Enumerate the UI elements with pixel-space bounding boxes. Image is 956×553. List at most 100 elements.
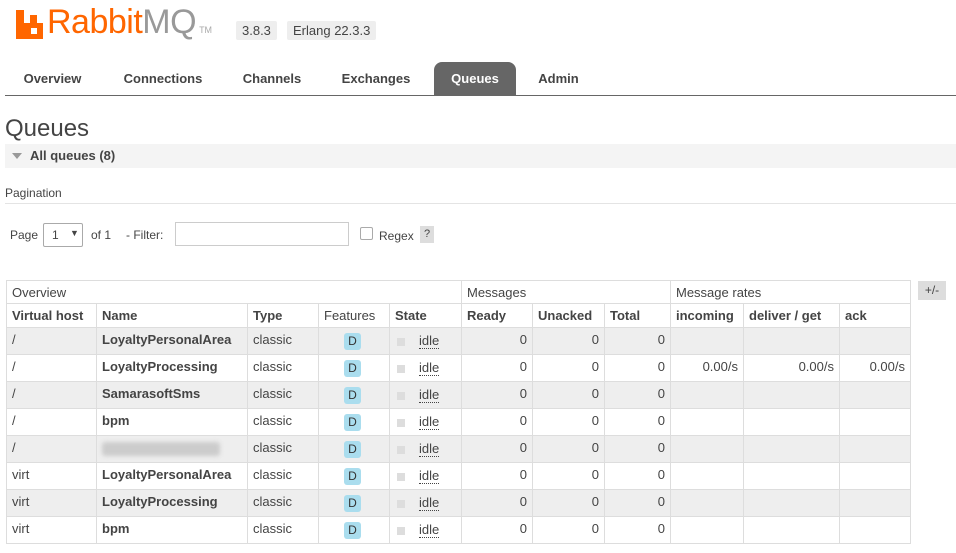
rabbit-icon	[16, 10, 43, 39]
durable-badge: D	[344, 522, 361, 539]
state-cell: idle	[389, 408, 462, 436]
header: RabbitMQ TM 3.8.3 Erlang 22.3.3	[0, 0, 956, 50]
state-indicator-icon	[397, 526, 405, 535]
col-state[interactable]: State	[389, 303, 462, 328]
state-label: idle	[419, 441, 440, 457]
type-cell: classic	[247, 381, 319, 409]
incoming-rate-cell	[670, 516, 744, 544]
ack-rate-cell	[839, 435, 911, 463]
help-button[interactable]: ?	[420, 226, 434, 243]
tab-connections[interactable]: Connections	[110, 62, 216, 95]
page-title: Queues	[5, 115, 90, 142]
tab-queues[interactable]: Queues	[434, 62, 516, 95]
unacked-cell: 0	[532, 408, 605, 436]
deliver-rate-cell: 0.00/s	[743, 354, 840, 382]
group-overview: Overview	[6, 280, 462, 304]
type-cell: classic	[247, 489, 319, 517]
tab-admin[interactable]: Admin	[527, 62, 590, 95]
col-type[interactable]: Type	[247, 303, 319, 328]
queue-name-link[interactable]: bpm	[96, 408, 248, 436]
all-queues-section-toggle[interactable]: All queues (8)	[5, 144, 956, 168]
state-label: idle	[419, 495, 440, 511]
ready-cell: 0	[461, 435, 533, 463]
ack-rate-cell	[839, 408, 911, 436]
state-label: idle	[419, 333, 440, 349]
ready-cell: 0	[461, 327, 533, 355]
filter-label: - Filter:	[126, 228, 164, 242]
col-ready[interactable]: Ready	[461, 303, 533, 328]
features-cell: D	[318, 327, 390, 355]
table-row: / SamarasoftSms classic Didle 0 0 0	[6, 381, 911, 409]
col-ack[interactable]: ack	[839, 303, 911, 328]
features-cell: D	[318, 354, 390, 382]
section-title: All queues (8)	[30, 148, 116, 163]
features-cell: D	[318, 435, 390, 463]
state-cell: idle	[389, 381, 462, 409]
col-name[interactable]: Name	[96, 303, 248, 328]
toggle-columns-button[interactable]: +/-	[918, 281, 946, 300]
divider	[5, 203, 956, 204]
total-cell: 0	[604, 489, 671, 517]
col-unacked[interactable]: Unacked	[532, 303, 605, 328]
ready-cell: 0	[461, 516, 533, 544]
page-select-value: 1	[52, 228, 59, 242]
state-label: idle	[419, 522, 440, 538]
total-cell: 0	[604, 435, 671, 463]
queue-name-link[interactable]: LoyaltyProcessing	[96, 489, 248, 517]
ack-rate-cell	[839, 327, 911, 355]
ack-rate-cell	[839, 381, 911, 409]
queue-name-link[interactable]: bpm	[96, 516, 248, 544]
page-select[interactable]: 1 ▼	[43, 223, 83, 247]
rabbitmq-logo[interactable]: RabbitMQ TM	[16, 5, 212, 39]
queue-name-link[interactable]: SamarasoftSms	[96, 381, 248, 409]
incoming-rate-cell	[670, 435, 744, 463]
regex-checkbox[interactable]	[360, 227, 373, 240]
group-message-rates: Message rates	[670, 280, 911, 304]
table-row: virt LoyaltyProcessing classic Didle 0 0 0	[6, 489, 911, 517]
deliver-rate-cell	[743, 462, 840, 490]
incoming-rate-cell	[670, 462, 744, 490]
durable-badge: D	[344, 441, 361, 458]
total-cell: 0	[604, 408, 671, 436]
unacked-cell: 0	[532, 462, 605, 490]
col-deliver-get[interactable]: deliver / get	[743, 303, 840, 328]
vhost-cell: /	[6, 354, 97, 382]
table-row: virt LoyaltyPersonalArea classic Didle 0 0 0	[6, 462, 911, 490]
queue-name-link[interactable]: LoyaltyProcessing	[96, 354, 248, 382]
erlang-version-badge: Erlang 22.3.3	[287, 21, 377, 40]
total-cell: 0	[604, 327, 671, 355]
group-messages: Messages	[461, 280, 671, 304]
deliver-rate-cell	[743, 489, 840, 517]
vhost-cell: /	[6, 435, 97, 463]
type-cell: classic	[247, 327, 319, 355]
total-cell: 0	[604, 462, 671, 490]
page-label: Page	[10, 228, 39, 242]
durable-badge: D	[344, 468, 361, 485]
tab-overview[interactable]: Overview	[5, 62, 100, 95]
state-label: idle	[419, 387, 440, 403]
ready-cell: 0	[461, 408, 533, 436]
vhost-cell: virt	[6, 462, 97, 490]
filter-input[interactable]	[175, 222, 349, 246]
unacked-cell: 0	[532, 327, 605, 355]
ready-cell: 0	[461, 354, 533, 382]
queue-name-redacted[interactable]	[96, 435, 248, 463]
durable-badge: D	[344, 333, 361, 350]
incoming-rate-cell	[670, 381, 744, 409]
col-virtual-host[interactable]: Virtual host	[6, 303, 97, 328]
tab-exchanges[interactable]: Exchanges	[328, 62, 424, 95]
state-indicator-icon	[397, 337, 405, 346]
unacked-cell: 0	[532, 516, 605, 544]
features-cell: D	[318, 489, 390, 517]
queue-name-link[interactable]: LoyaltyPersonalArea	[96, 462, 248, 490]
queue-name-link[interactable]: LoyaltyPersonalArea	[96, 327, 248, 355]
incoming-rate-cell	[670, 327, 744, 355]
col-incoming[interactable]: incoming	[670, 303, 744, 328]
tab-channels[interactable]: Channels	[230, 62, 314, 95]
total-cell: 0	[604, 381, 671, 409]
ready-cell: 0	[461, 489, 533, 517]
redacted-name	[102, 441, 220, 456]
col-total[interactable]: Total	[604, 303, 671, 328]
state-cell: idle	[389, 516, 462, 544]
col-features: Features	[318, 303, 390, 328]
